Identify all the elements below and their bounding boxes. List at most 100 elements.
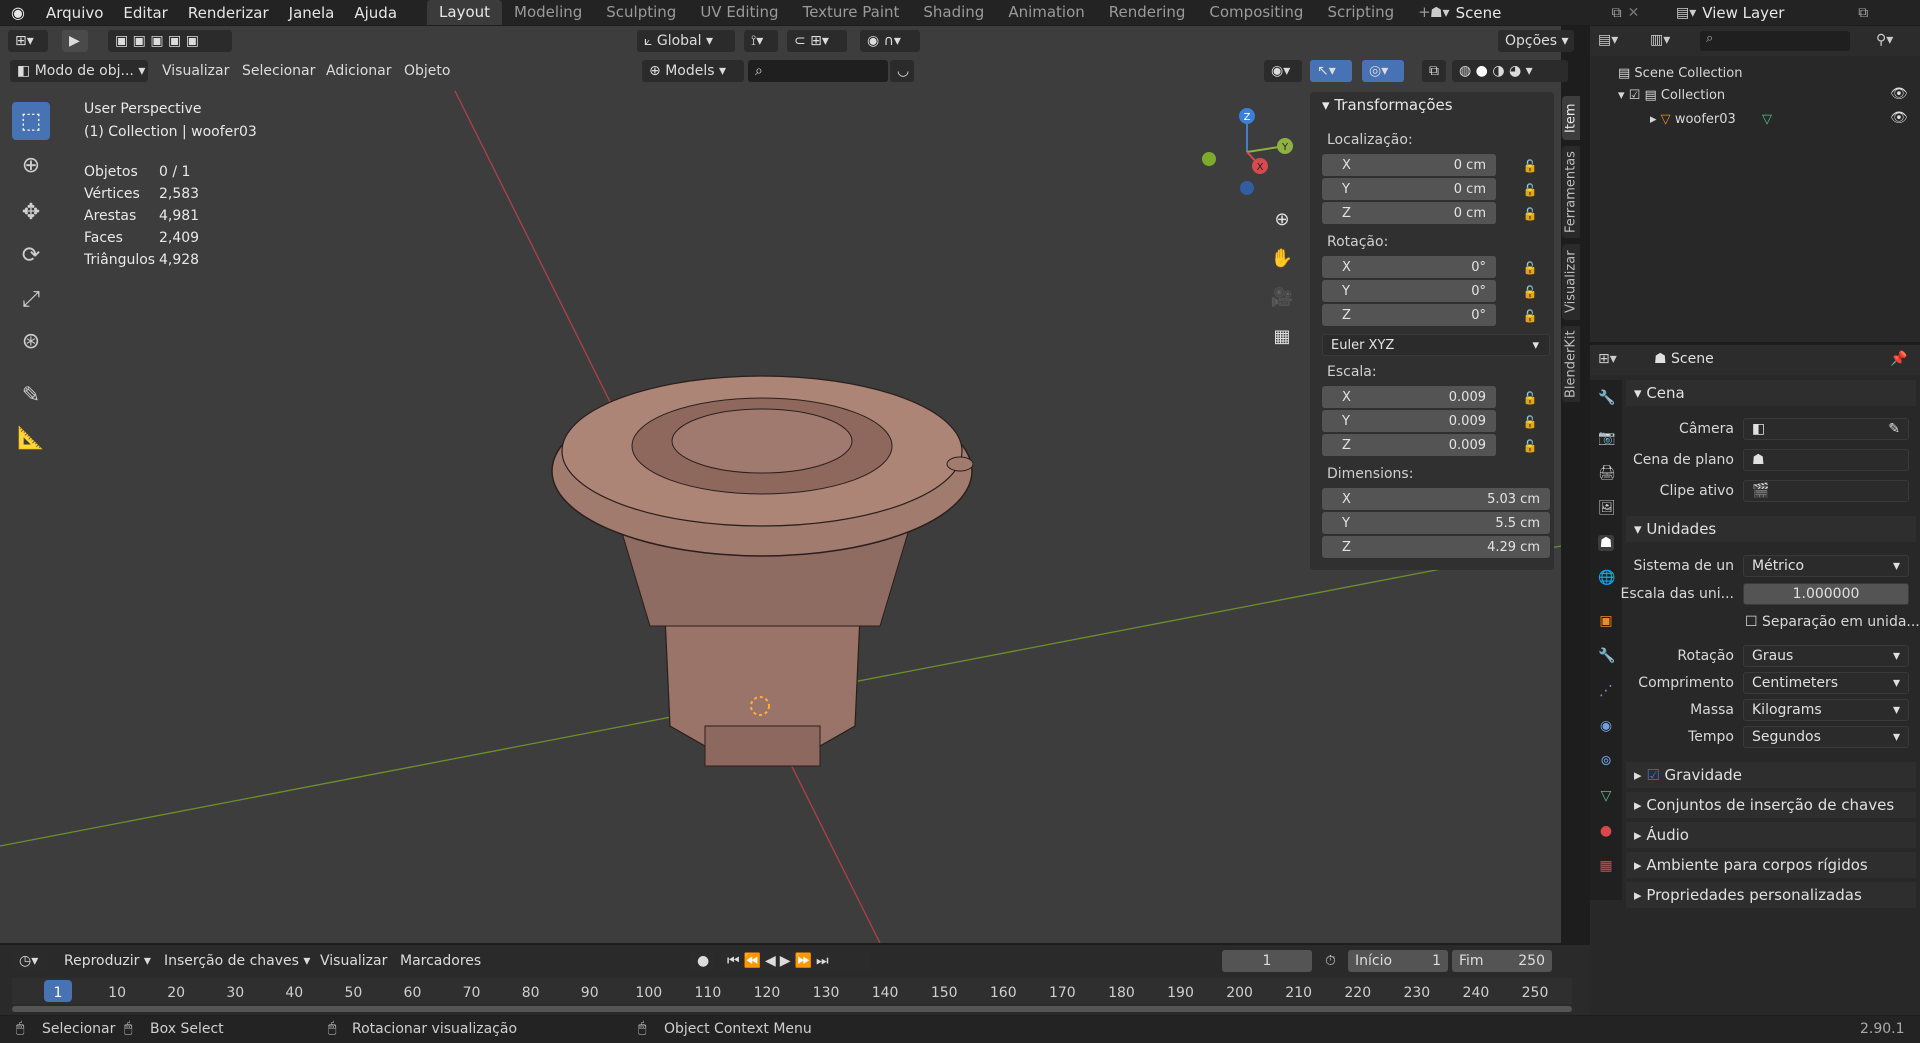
tab-shading[interactable]: Shading <box>911 0 996 25</box>
scene-selector[interactable]: ☗▾ Scene ⧉ ✕ <box>1430 0 1639 25</box>
rigid-body-section-header[interactable]: ▸ Ambiente para corpos rígidos <box>1626 852 1916 878</box>
outliner-search-input[interactable]: ⌕ <box>1700 31 1850 51</box>
modifier-icon[interactable]: 🔧 <box>1598 648 1615 664</box>
texture-icon[interactable]: ▦ <box>1598 858 1614 874</box>
world-icon[interactable]: 🌐 <box>1598 570 1615 586</box>
view-layer-selector[interactable]: ▤▾ View Layer ⧉ <box>1676 0 1868 25</box>
pan-hand-icon[interactable]: ✋ <box>1266 242 1298 274</box>
preview-range-icon[interactable]: ⏱ <box>1325 953 1336 969</box>
editor-type-button[interactable]: ⊞▾ <box>8 30 48 52</box>
zoom-icon[interactable]: ⊕ <box>1266 203 1298 235</box>
gizmo-toggle-icon[interactable]: ↖▾ <box>1310 60 1352 82</box>
mode-selector[interactable]: ◧ Modo de obj... ▾ <box>10 60 148 82</box>
menu-janela[interactable]: Janela <box>279 3 345 23</box>
custom-props-section-header[interactable]: ▸ Propriedades personalizadas <box>1626 882 1916 908</box>
outliner-scene-collection[interactable]: ▤ Scene Collection <box>1618 66 1743 81</box>
overlays-toggle-icon[interactable]: ◎▾ <box>1362 60 1404 82</box>
copy-scene-icon[interactable]: ⧉ <box>1612 5 1622 21</box>
start-frame-field[interactable]: Início 1 <box>1348 950 1448 972</box>
menu-adicionar[interactable]: Adicionar <box>320 60 397 82</box>
select-tool-button[interactable]: ▶ <box>62 30 88 52</box>
visibility-eye-icon[interactable]: 👁 <box>1890 110 1908 126</box>
menu-ajuda[interactable]: Ajuda <box>344 3 407 23</box>
mesh-data-icon[interactable]: ▽ <box>1598 788 1614 804</box>
view-layer-icon[interactable]: 🖼 <box>1598 500 1616 516</box>
menu-visualizar-timeline[interactable]: Visualizar <box>314 950 393 972</box>
menu-renderizar[interactable]: Renderizar <box>178 3 279 23</box>
search-options-icon[interactable]: ◡ <box>890 60 914 82</box>
lock-icon[interactable]: 🔓 <box>1522 182 1538 198</box>
navigation-gizmo[interactable]: Z Y X <box>1195 104 1305 204</box>
asset-search-input[interactable]: ⌕ <box>748 60 888 82</box>
proportional-editing[interactable]: ◉ ∩▾ <box>860 30 920 52</box>
menu-insercao-chaves[interactable]: Inserção de chaves ▾ <box>158 950 316 972</box>
menu-marcadores[interactable]: Marcadores <box>394 950 487 972</box>
tab-sculpting[interactable]: Sculpting <box>594 0 688 25</box>
menu-objeto[interactable]: Objeto <box>398 60 456 82</box>
menu-arquivo[interactable]: Arquivo <box>36 3 113 23</box>
gravity-section-header[interactable]: ▸ ☑ Gravidade <box>1626 762 1916 788</box>
separate-units-checkbox[interactable]: ☐ Separação em unida... <box>1745 614 1920 630</box>
dimension-y-field[interactable]: Y 5.5 cm <box>1322 512 1550 534</box>
copy-layer-icon[interactable]: ⧉ <box>1858 5 1868 21</box>
bg-scene-field[interactable]: ☗ <box>1743 449 1909 471</box>
record-icon[interactable]: ● <box>690 950 714 972</box>
playback-controls[interactable]: ⏮⏪◀▶⏩⏭ <box>720 950 870 972</box>
lock-icon[interactable]: 🔓 <box>1522 158 1538 174</box>
close-scene-icon[interactable]: ✕ <box>1628 5 1640 21</box>
audio-section-header[interactable]: ▸ Áudio <box>1626 822 1916 848</box>
mass-unit-dropdown[interactable]: Kilograms ▾ <box>1743 699 1909 721</box>
constraints-icon[interactable]: ⊚ <box>1598 753 1614 769</box>
lock-icon[interactable]: 🔓 <box>1522 438 1538 454</box>
visibility-eye-icon[interactable]: 👁 <box>1890 86 1908 102</box>
object-icon[interactable]: ▣ <box>1598 613 1614 629</box>
rotation-mode-dropdown[interactable]: Euler XYZ ▾ <box>1322 334 1550 356</box>
tab-texture-paint[interactable]: Texture Paint <box>791 0 912 25</box>
tab-compositing[interactable]: Compositing <box>1197 0 1315 25</box>
tool-icon[interactable]: 🔧 <box>1598 390 1615 406</box>
dimension-x-field[interactable]: X 5.03 cm <box>1322 488 1550 510</box>
particles-icon[interactable]: ⋰ <box>1598 683 1614 699</box>
outliner-collection[interactable]: ▾ ☑ ▤ Collection <box>1618 88 1725 103</box>
unidades-section-header[interactable]: ▾ Unidades <box>1626 516 1916 542</box>
material-icon[interactable]: ● <box>1598 823 1614 839</box>
keying-sets-section-header[interactable]: ▸ Conjuntos de inserção de chaves <box>1626 792 1916 818</box>
location-y-field[interactable]: Y0 cm <box>1322 178 1496 200</box>
scale-z-field[interactable]: Z 0.009 <box>1322 434 1496 456</box>
pin-icon[interactable]: 📌 <box>1890 351 1907 367</box>
ortho-grid-icon[interactable]: ▦ <box>1266 320 1298 352</box>
rotation-unit-dropdown[interactable]: Graus ▾ <box>1743 645 1909 667</box>
timeline-editor-type-icon[interactable]: ◷▾ <box>12 950 48 972</box>
location-z-field[interactable]: Z0 cm <box>1322 202 1496 224</box>
move-tool-icon[interactable]: ✥ <box>12 193 50 231</box>
rotation-x-field[interactable]: X 0° <box>1322 256 1496 278</box>
tab-blenderkit[interactable]: BlenderKit <box>1562 326 1580 402</box>
physics-icon[interactable]: ◉ <box>1598 718 1614 734</box>
unit-system-dropdown[interactable]: Métrico ▾ <box>1743 555 1909 577</box>
menu-selecionar[interactable]: Selecionar <box>236 60 321 82</box>
lock-icon[interactable]: 🔓 <box>1522 308 1538 324</box>
camera-field[interactable]: ◧ ✎ <box>1743 418 1909 440</box>
selection-mode-buttons[interactable]: ▣ ▣ ▣ ▣ ▣ <box>108 30 232 52</box>
length-unit-dropdown[interactable]: Centimeters ▾ <box>1743 672 1909 694</box>
frame-ruler[interactable] <box>12 978 1572 1004</box>
lock-icon[interactable]: 🔓 <box>1522 260 1538 276</box>
render-icon[interactable]: 📷 <box>1598 430 1615 446</box>
menu-visualizar[interactable]: Visualizar <box>156 60 235 82</box>
shading-modes[interactable]: ◍ ● ◑ ◕ ▾ <box>1452 60 1568 82</box>
tab-animation[interactable]: Animation <box>996 0 1096 25</box>
location-x-field[interactable]: X0 cm <box>1322 154 1496 176</box>
output-icon[interactable]: 🖨 <box>1598 465 1616 481</box>
properties-editor-type-icon[interactable]: ⊞▾ <box>1598 351 1617 367</box>
cena-section-header[interactable]: ▾ Cena <box>1626 380 1916 406</box>
snapping[interactable]: ⊂ ⊞▾ <box>787 30 847 52</box>
unit-scale-field[interactable]: 1.000000 <box>1743 583 1909 605</box>
current-frame-field[interactable]: 1 <box>1222 950 1312 972</box>
scale-tool-icon[interactable]: ⤢ <box>12 280 50 318</box>
tab-rendering[interactable]: Rendering <box>1097 0 1198 25</box>
scale-y-field[interactable]: Y 0.009 <box>1322 410 1496 432</box>
end-frame-field[interactable]: Fim 250 <box>1452 950 1552 972</box>
collection-selector[interactable]: ⊕ Models ▾ <box>642 60 744 82</box>
select-box-tool-icon[interactable]: ⬚ <box>12 102 50 140</box>
time-unit-dropdown[interactable]: Segundos ▾ <box>1743 726 1909 748</box>
